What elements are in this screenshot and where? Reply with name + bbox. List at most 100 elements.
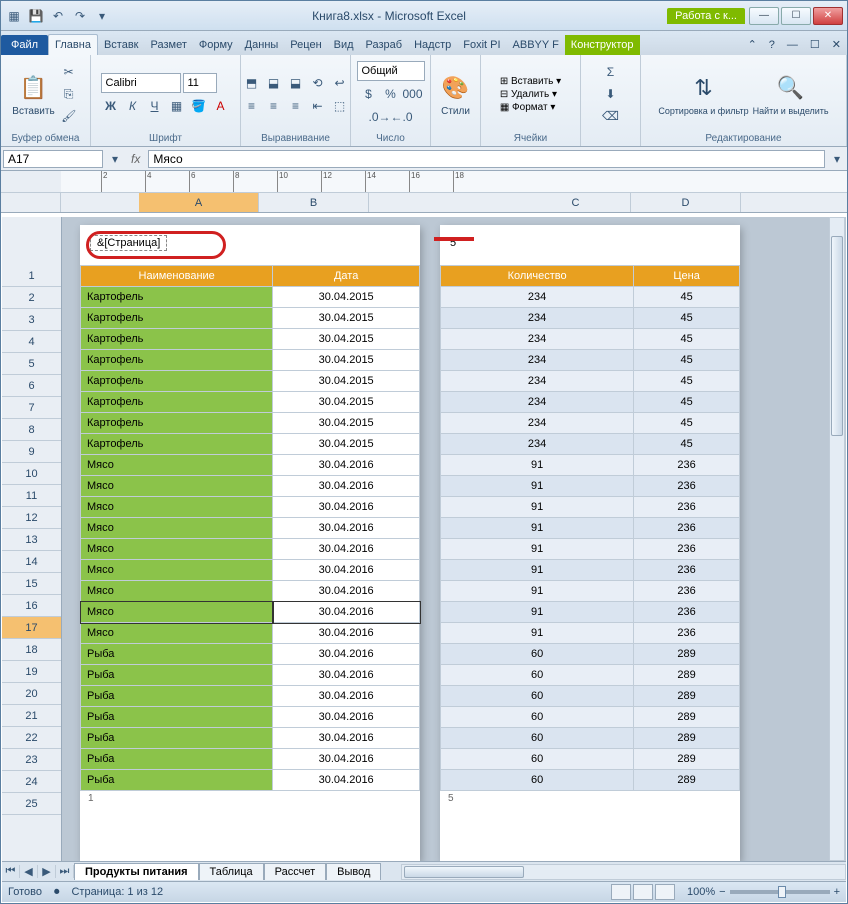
row-header[interactable]: 25: [2, 793, 61, 815]
cut-icon[interactable]: ✂: [59, 62, 79, 82]
maximize-button[interactable]: ☐: [781, 7, 811, 25]
data-table-2[interactable]: Количество Цена 234452344523445234452344…: [440, 265, 740, 791]
tab-addins[interactable]: Надстр: [408, 35, 457, 55]
table-row[interactable]: 23445: [441, 434, 740, 455]
row-header[interactable]: 4: [2, 331, 61, 353]
cell-value[interactable]: 60: [441, 770, 634, 791]
table-row[interactable]: 60289: [441, 770, 740, 791]
row-header[interactable]: 21: [2, 705, 61, 727]
tab-abbyy[interactable]: ABBYY F: [507, 35, 565, 55]
row-header[interactable]: 3: [2, 309, 61, 331]
close-button[interactable]: ✕: [813, 7, 843, 25]
currency-icon[interactable]: $: [359, 84, 379, 104]
cell-date[interactable]: 30.04.2016: [273, 581, 420, 602]
col-header-b[interactable]: B: [259, 193, 369, 212]
table-row[interactable]: 23445: [441, 392, 740, 413]
table-row[interactable]: Рыба30.04.2016: [81, 707, 420, 728]
styles-button[interactable]: 🎨 Стили: [440, 72, 472, 117]
cell-value[interactable]: 60: [441, 707, 634, 728]
cell-date[interactable]: 30.04.2016: [273, 770, 420, 791]
cell-value[interactable]: 236: [634, 455, 740, 476]
table-row[interactable]: Картофель30.04.2015: [81, 392, 420, 413]
wrap-text-icon[interactable]: ↩: [330, 73, 350, 93]
col-header-name[interactable]: Наименование: [81, 266, 273, 287]
zoom-in-icon[interactable]: +: [834, 886, 840, 898]
table-row[interactable]: Мясо30.04.2016: [81, 497, 420, 518]
cell-name[interactable]: Мясо: [81, 518, 273, 539]
table-row[interactable]: Рыба30.04.2016: [81, 686, 420, 707]
table-row[interactable]: 60289: [441, 728, 740, 749]
table-row[interactable]: Картофель30.04.2015: [81, 413, 420, 434]
cell-value[interactable]: 91: [441, 560, 634, 581]
table-row[interactable]: 91236: [441, 455, 740, 476]
col-header-date[interactable]: Дата: [273, 266, 420, 287]
tab-constructor[interactable]: Конструктор: [565, 35, 640, 55]
qat-dropdown-icon[interactable]: ▾: [93, 7, 111, 25]
fx-icon[interactable]: fx: [125, 152, 146, 166]
cell-name[interactable]: Картофель: [81, 308, 273, 329]
align-top-icon[interactable]: ⬒: [242, 73, 262, 93]
zoom-slider[interactable]: [730, 890, 830, 894]
italic-icon[interactable]: К: [123, 96, 143, 116]
formula-expand-icon[interactable]: ▾: [827, 149, 847, 169]
row-header[interactable]: 14: [2, 551, 61, 573]
number-format-combo[interactable]: Общий: [357, 61, 425, 81]
row-header[interactable]: 17: [2, 617, 61, 639]
cell-value[interactable]: 236: [634, 539, 740, 560]
tab-nav-last-icon[interactable]: ⏭: [56, 865, 74, 878]
sheet-tab-output[interactable]: Вывод: [326, 863, 381, 880]
cell-name[interactable]: Рыба: [81, 728, 273, 749]
cell-date[interactable]: 30.04.2015: [273, 287, 420, 308]
cell-date[interactable]: 30.04.2016: [273, 686, 420, 707]
cell-value[interactable]: 60: [441, 728, 634, 749]
table-row[interactable]: Рыба30.04.2016: [81, 644, 420, 665]
cell-value[interactable]: 60: [441, 644, 634, 665]
help-icon[interactable]: ?: [763, 35, 781, 55]
cell-name[interactable]: Рыба: [81, 644, 273, 665]
table-row[interactable]: 23445: [441, 308, 740, 329]
table-row[interactable]: Рыба30.04.2016: [81, 749, 420, 770]
file-tab[interactable]: Файл: [1, 35, 48, 55]
table-row[interactable]: 60289: [441, 644, 740, 665]
tab-review[interactable]: Рецен: [284, 35, 327, 55]
name-box[interactable]: A17: [3, 150, 103, 168]
table-row[interactable]: Мясо30.04.2016: [81, 602, 420, 623]
cell-value[interactable]: 234: [441, 371, 634, 392]
undo-icon[interactable]: ↶: [49, 7, 67, 25]
table-row[interactable]: 23445: [441, 329, 740, 350]
cell-value[interactable]: 60: [441, 665, 634, 686]
format-cells-button[interactable]: ▦ Формат ▾: [500, 102, 556, 113]
merge-icon[interactable]: ⬚: [330, 96, 350, 116]
table-row[interactable]: Картофель30.04.2015: [81, 371, 420, 392]
tab-nav-first-icon[interactable]: ⏮: [2, 865, 20, 878]
cell-value[interactable]: 289: [634, 749, 740, 770]
cell-value[interactable]: 236: [634, 581, 740, 602]
cell-value[interactable]: 234: [441, 413, 634, 434]
indent-dec-icon[interactable]: ⇤: [308, 96, 328, 116]
table-row[interactable]: 91236: [441, 476, 740, 497]
row-header[interactable]: 8: [2, 419, 61, 441]
table-row[interactable]: 91236: [441, 581, 740, 602]
table-row[interactable]: Мясо30.04.2016: [81, 455, 420, 476]
row-header[interactable]: 15: [2, 573, 61, 595]
cell-name[interactable]: Мясо: [81, 497, 273, 518]
view-pagebreak-icon[interactable]: [655, 884, 675, 900]
align-bottom-icon[interactable]: ⬓: [286, 73, 306, 93]
cell-name[interactable]: Рыба: [81, 770, 273, 791]
cell-date[interactable]: 30.04.2016: [273, 749, 420, 770]
cell-value[interactable]: 91: [441, 476, 634, 497]
view-pagelayout-icon[interactable]: [633, 884, 653, 900]
cell-value[interactable]: 91: [441, 602, 634, 623]
table-row[interactable]: 91236: [441, 518, 740, 539]
cell-name[interactable]: Картофель: [81, 392, 273, 413]
table-row[interactable]: Мясо30.04.2016: [81, 560, 420, 581]
align-center-icon[interactable]: ≡: [264, 96, 284, 116]
cell-date[interactable]: 30.04.2016: [273, 455, 420, 476]
cell-value[interactable]: 289: [634, 707, 740, 728]
table-row[interactable]: Картофель30.04.2015: [81, 434, 420, 455]
table-row[interactable]: 23445: [441, 371, 740, 392]
ribbon-min-icon[interactable]: ⌃: [742, 34, 763, 55]
underline-icon[interactable]: Ч: [145, 96, 165, 116]
clear-icon[interactable]: ⌫: [601, 106, 621, 126]
cell-value[interactable]: 45: [634, 392, 740, 413]
